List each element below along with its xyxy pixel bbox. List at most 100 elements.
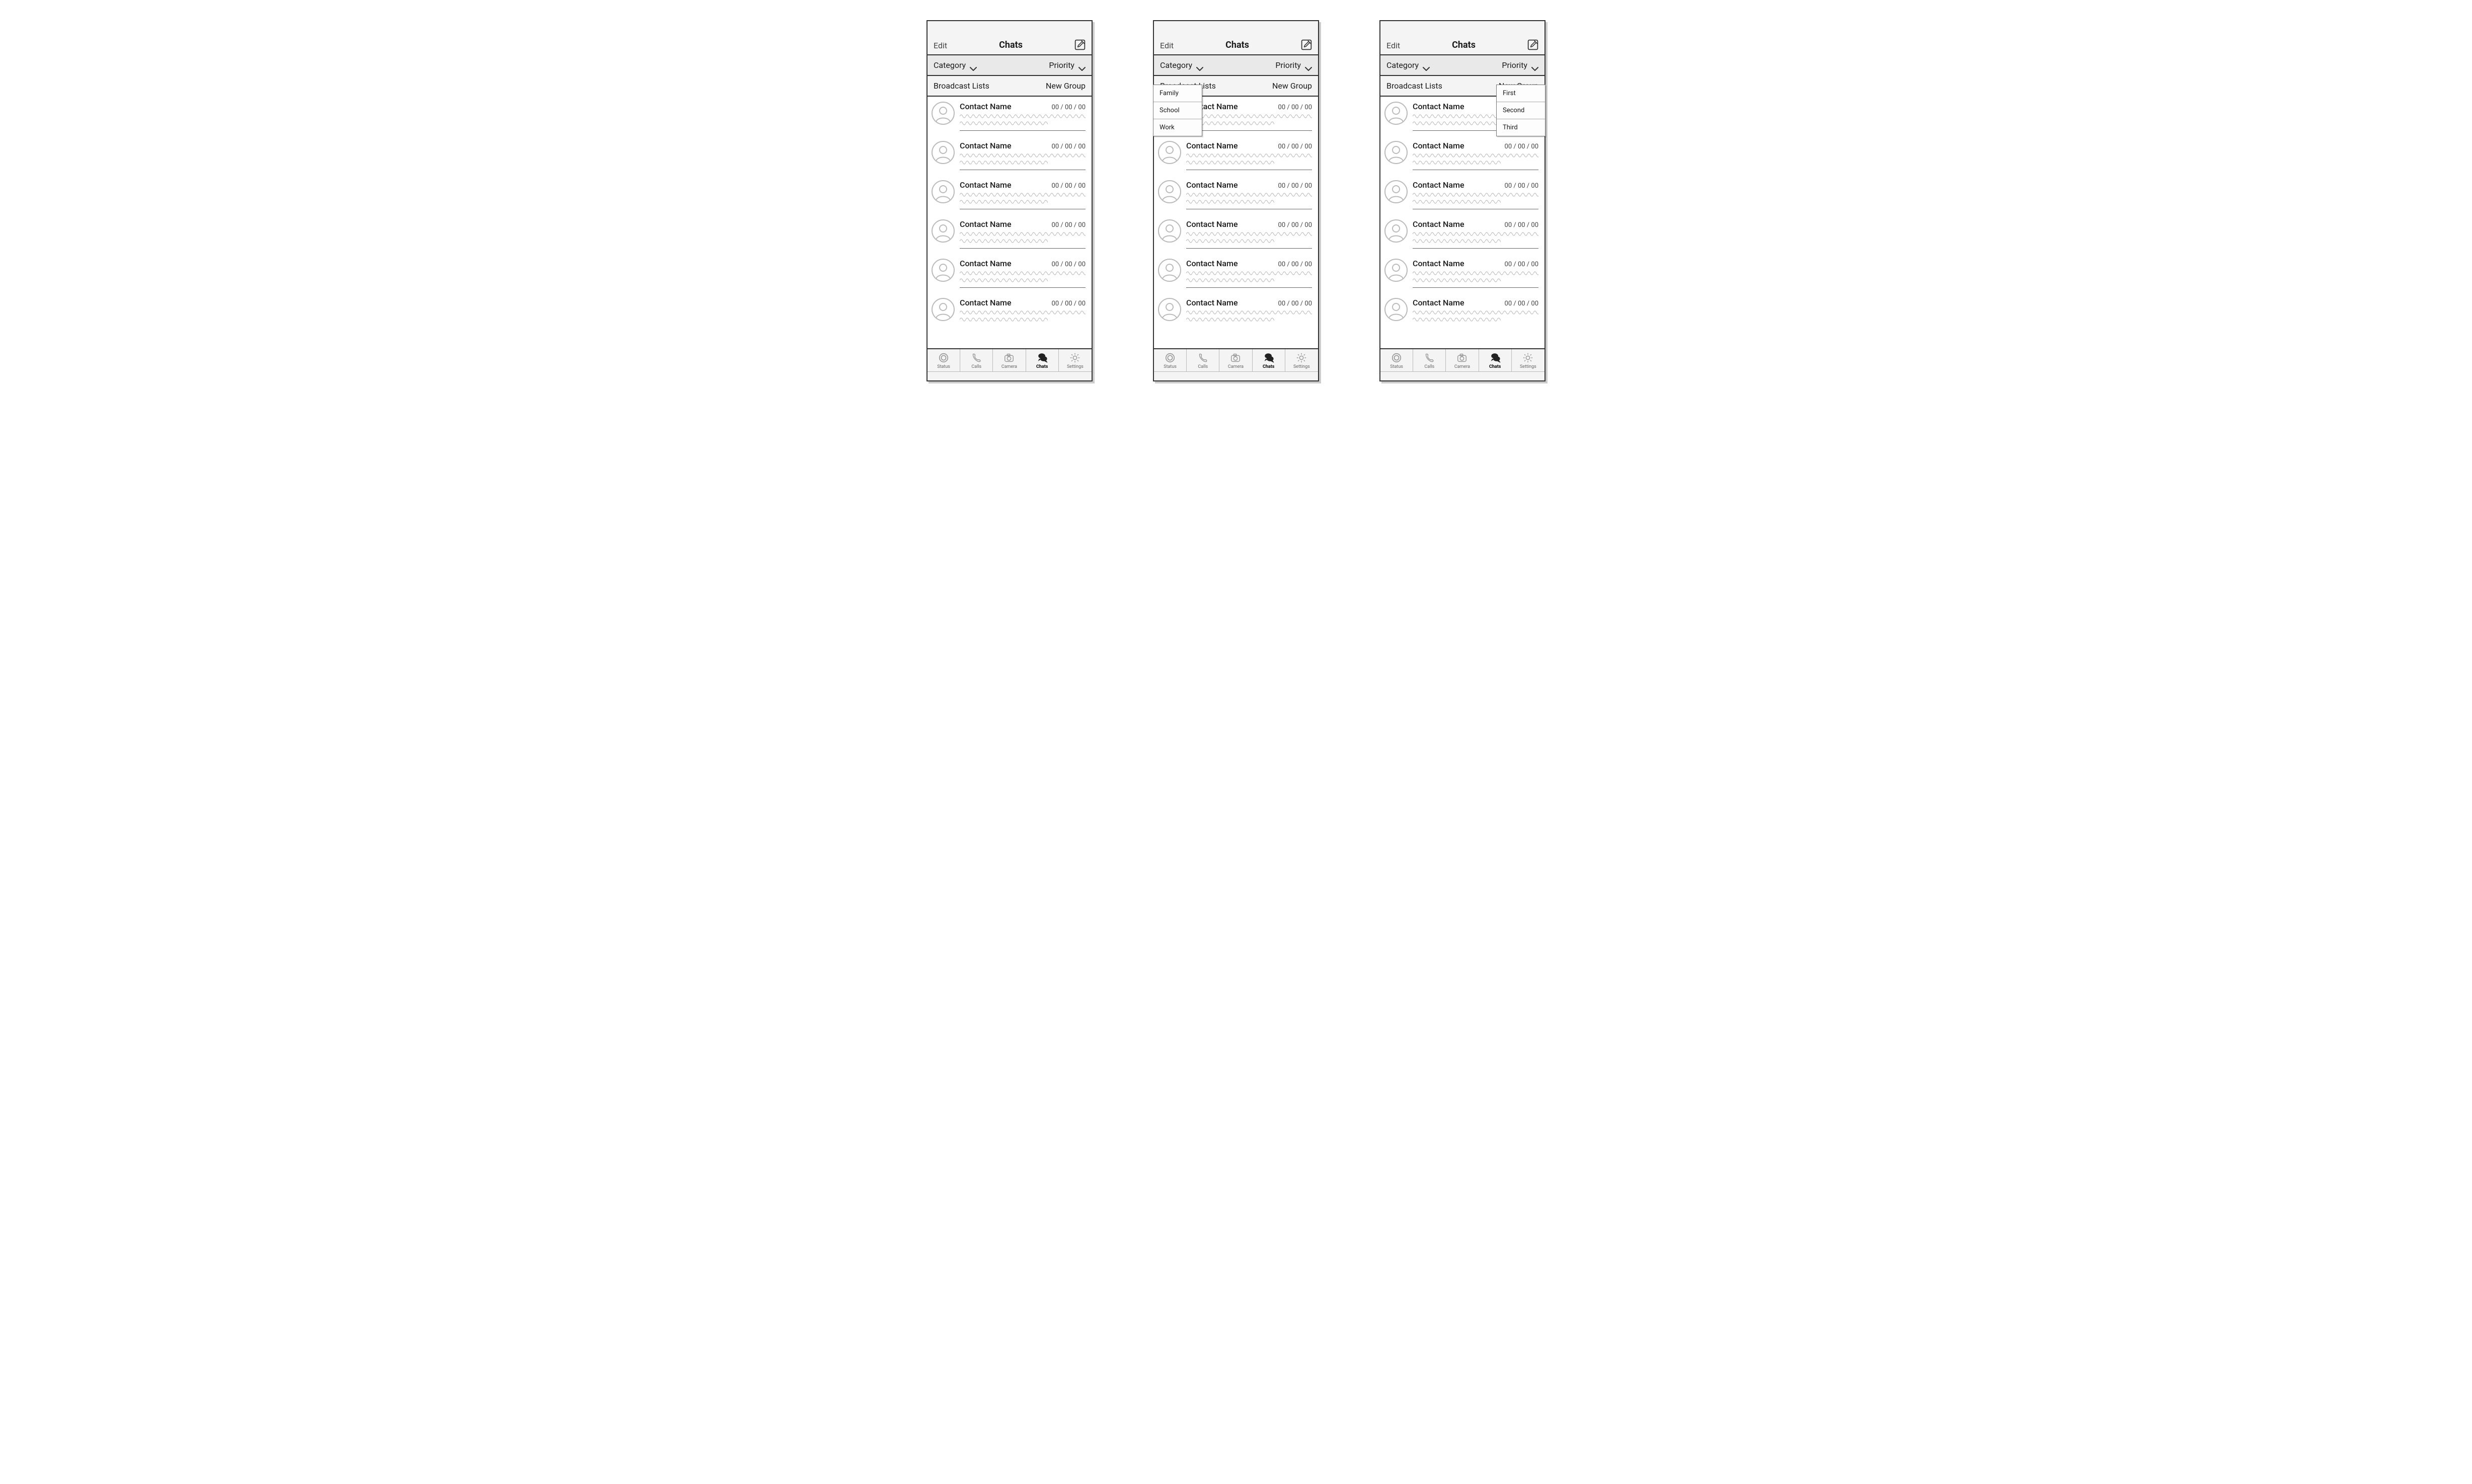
message-preview: [960, 192, 1086, 206]
priority-dropdown[interactable]: Priority: [1275, 60, 1312, 70]
tab-label: Settings: [1067, 364, 1084, 369]
chat-row[interactable]: Contact Name00 / 00 / 00: [1154, 293, 1318, 332]
camera-icon: [1456, 352, 1467, 363]
priority-dropdown-label: Priority: [1049, 60, 1074, 70]
menu-item[interactable]: Third: [1497, 119, 1545, 136]
tab-calls[interactable]: Calls: [1187, 349, 1219, 371]
broadcast-lists-button[interactable]: Broadcast Lists: [1386, 81, 1442, 91]
chat-row[interactable]: Contact Name00 / 00 / 00: [928, 293, 1092, 332]
category-dropdown[interactable]: Category: [1160, 60, 1203, 70]
avatar-icon: [1384, 102, 1408, 127]
category-dropdown[interactable]: Category: [1386, 60, 1430, 70]
tab-label: Status: [937, 364, 950, 369]
category-dropdown-label: Category: [1386, 60, 1419, 70]
message-preview: [1186, 152, 1312, 167]
tab-settings[interactable]: Settings: [1285, 349, 1318, 371]
menu-item[interactable]: Work: [1153, 119, 1202, 136]
tab-camera[interactable]: Camera: [1446, 349, 1479, 371]
contact-name: Contact Name: [1413, 219, 1464, 229]
menu-item[interactable]: School: [1153, 102, 1202, 119]
menu-item[interactable]: Second: [1497, 102, 1545, 119]
tab-chats[interactable]: Chats: [1253, 349, 1285, 371]
home-indicator-area: [1380, 371, 1544, 380]
category-menu[interactable]: FamilySchoolWork: [1153, 85, 1202, 136]
tab-label: Status: [1164, 364, 1177, 369]
filter-bar: Category Priority: [1154, 55, 1318, 76]
edit-button[interactable]: Edit: [1386, 41, 1400, 50]
chat-row[interactable]: Contact Name00 / 00 / 00: [928, 214, 1092, 254]
tab-label: Calls: [1424, 364, 1434, 369]
contact-name: Contact Name: [960, 180, 1012, 190]
category-dropdown-label: Category: [1160, 60, 1192, 70]
chat-date: 00 / 00 / 00: [1278, 221, 1312, 229]
contact-name: Contact Name: [1413, 141, 1464, 150]
priority-dropdown[interactable]: Priority: [1049, 60, 1086, 70]
menu-item[interactable]: First: [1497, 85, 1545, 102]
tab-camera[interactable]: Camera: [993, 349, 1026, 371]
contact-name: Contact Name: [1413, 102, 1464, 111]
chat-row[interactable]: Contact Name00 / 00 / 00: [1154, 214, 1318, 254]
chat-row[interactable]: Contact Name00 / 00 / 00: [928, 175, 1092, 214]
priority-dropdown-label: Priority: [1502, 60, 1527, 70]
contact-name: Contact Name: [960, 102, 1012, 111]
broadcast-lists-button[interactable]: Broadcast Lists: [934, 81, 989, 91]
chevron-down-icon: [1531, 63, 1538, 67]
contact-name: Contact Name: [1413, 180, 1464, 190]
menu-item[interactable]: Family: [1153, 85, 1202, 102]
compose-icon[interactable]: [1301, 39, 1312, 50]
tab-settings[interactable]: Settings: [1512, 349, 1544, 371]
chat-row[interactable]: Contact Name00 / 00 / 00: [928, 254, 1092, 293]
message-preview: [960, 309, 1086, 324]
chat-row[interactable]: Contact Name00 / 00 / 00: [1380, 254, 1544, 293]
chat-row[interactable]: Contact Name00 / 00 / 00: [1380, 175, 1544, 214]
chevron-down-icon: [1305, 63, 1312, 67]
chat-date: 00 / 00 / 00: [1052, 104, 1086, 111]
chats-icon: [1263, 352, 1274, 363]
tab-status[interactable]: Status: [928, 349, 960, 371]
wireframe-stage: Edit Chats Category Priority Broadcast L…: [926, 20, 1546, 381]
chat-row[interactable]: Contact Name00 / 00 / 00: [928, 136, 1092, 175]
chat-list[interactable]: Contact Name00 / 00 / 00Contact Name00 /…: [928, 97, 1092, 348]
tab-status[interactable]: Status: [1154, 349, 1187, 371]
chat-row[interactable]: Contact Name00 / 00 / 00: [1380, 136, 1544, 175]
chat-row[interactable]: Contact Name00 / 00 / 00: [1380, 214, 1544, 254]
tab-camera[interactable]: Camera: [1219, 349, 1252, 371]
category-dropdown[interactable]: Category: [934, 60, 977, 70]
avatar-icon: [1384, 298, 1408, 323]
tab-status[interactable]: Status: [1380, 349, 1413, 371]
message-preview: [1413, 231, 1538, 245]
new-group-button[interactable]: New Group: [1046, 81, 1086, 91]
tab-settings[interactable]: Settings: [1059, 349, 1092, 371]
contact-name: Contact Name: [1186, 259, 1238, 268]
chat-row[interactable]: Contact Name00 / 00 / 00: [1154, 254, 1318, 293]
contact-name: Contact Name: [1413, 259, 1464, 268]
tab-label: Camera: [1454, 364, 1470, 369]
new-group-button[interactable]: New Group: [1272, 81, 1312, 91]
priority-dropdown[interactable]: Priority: [1502, 60, 1538, 70]
calls-icon: [1424, 352, 1435, 363]
chat-row[interactable]: Contact Name 00 / 00 / 00: [928, 97, 1092, 136]
tab-chats[interactable]: Chats: [1479, 349, 1512, 371]
avatar-icon: [1158, 141, 1181, 166]
chevron-down-icon: [1078, 63, 1086, 67]
contact-name: Contact Name: [960, 298, 1012, 307]
edit-button[interactable]: Edit: [934, 41, 947, 50]
compose-icon[interactable]: [1074, 39, 1086, 50]
chevron-down-icon: [970, 63, 977, 67]
camera-icon: [1003, 352, 1015, 363]
filter-bar: Category Priority: [928, 55, 1092, 76]
priority-menu[interactable]: FirstSecondThird: [1496, 85, 1546, 136]
message-preview: [1413, 309, 1538, 324]
message-preview: [1186, 309, 1312, 324]
edit-button[interactable]: Edit: [1160, 41, 1174, 50]
chat-row[interactable]: Contact Name00 / 00 / 00: [1380, 293, 1544, 332]
tab-label: Chats: [1036, 364, 1048, 369]
tab-calls[interactable]: Calls: [960, 349, 993, 371]
chat-row[interactable]: Contact Name00 / 00 / 00: [1154, 175, 1318, 214]
tab-label: Settings: [1520, 364, 1536, 369]
tab-calls[interactable]: Calls: [1413, 349, 1446, 371]
chat-row[interactable]: Contact Name00 / 00 / 00: [1154, 136, 1318, 175]
compose-icon[interactable]: [1527, 39, 1538, 50]
avatar-icon: [1158, 259, 1181, 284]
tab-chats[interactable]: Chats: [1026, 349, 1059, 371]
